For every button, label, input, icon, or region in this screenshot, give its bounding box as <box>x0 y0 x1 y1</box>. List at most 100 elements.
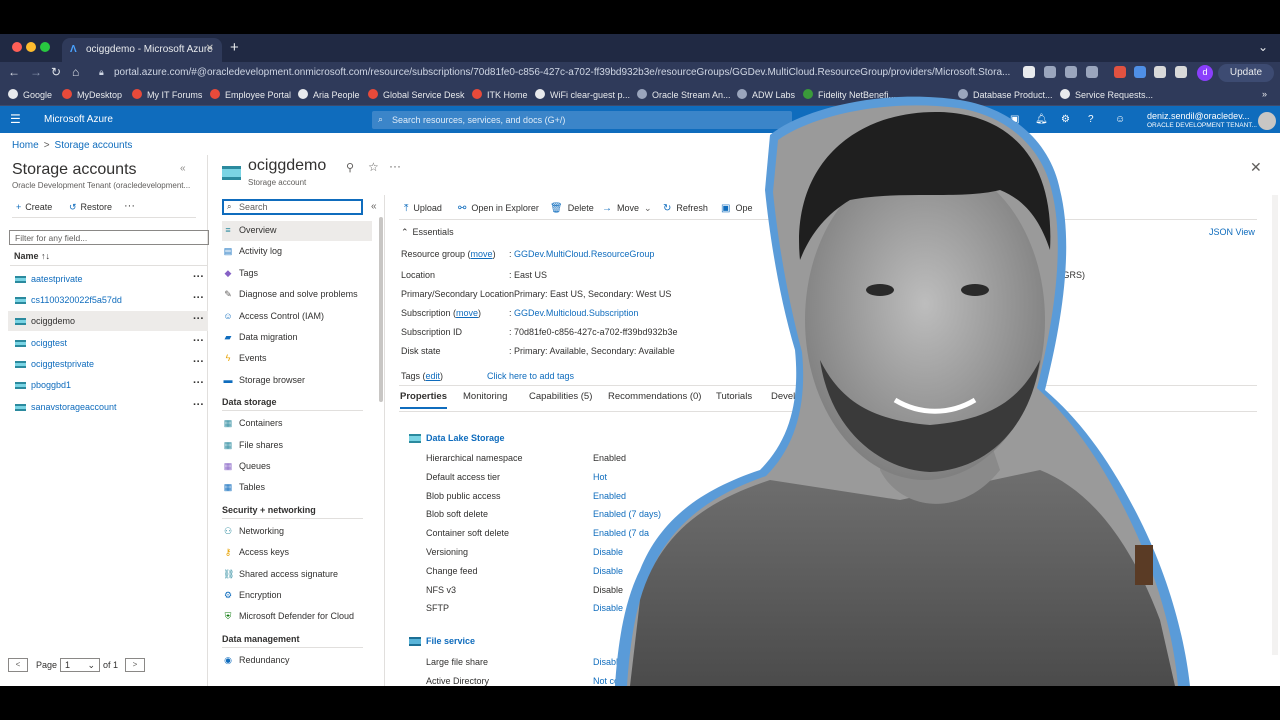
profile-avatar[interactable]: d <box>1197 65 1213 81</box>
row-more-icon[interactable]: ··· <box>193 292 204 304</box>
storage-account-name[interactable]: ociggdemo <box>31 316 75 326</box>
property-value[interactable]: Disable <box>593 657 623 667</box>
bookmark-oracle-stream[interactable]: Oracle Stream An... <box>637 89 731 100</box>
storage-account-name[interactable]: cs1100320022f5a57dd <box>31 295 122 305</box>
menu-item-tags[interactable]: ◆ Tags <box>222 264 372 284</box>
menu-item-storage-browser[interactable]: ▬ Storage browser <box>222 371 372 391</box>
essentials-value[interactable]: GGDev.Multicloud.Subscription <box>514 308 638 318</box>
menu-item-overview[interactable]: ≡ Overview <box>222 221 372 241</box>
storage-account-row[interactable]: pboggbd1 ··· <box>8 375 208 395</box>
row-more-icon[interactable]: ··· <box>193 399 204 411</box>
storage-account-row-selected[interactable]: ociggdemo ··· <box>8 311 208 331</box>
bookmark-global-service-desk[interactable]: Global Service Desk <box>368 89 465 100</box>
menu-item-encryption[interactable]: ⚙ Encryption <box>222 586 372 606</box>
help-icon[interactable]: ? <box>1088 114 1094 125</box>
install-icon[interactable] <box>1044 66 1056 78</box>
menu-item-access-keys[interactable]: ⚷ Access keys <box>222 543 372 563</box>
tab-properties[interactable]: Properties <box>400 391 447 409</box>
minimize-window-button[interactable] <box>26 42 36 52</box>
storage-account-row[interactable]: aatestprivate ··· <box>8 269 208 289</box>
storage-account-row[interactable]: ociggtestprivate ··· <box>8 354 208 374</box>
bookmark-mydesktop[interactable]: MyDesktop <box>62 89 122 100</box>
property-value[interactable]: Disable <box>593 547 623 557</box>
storage-account-name[interactable]: ociggtestprivate <box>31 359 94 369</box>
file-service-group[interactable]: File service <box>409 636 475 646</box>
tags-edit-link[interactable]: edit <box>426 371 441 381</box>
extension-red-icon[interactable] <box>1114 66 1126 78</box>
tab-monitoring[interactable]: Monitoring <box>463 391 507 402</box>
row-more-icon[interactable]: ··· <box>193 377 204 389</box>
back-arrow-icon[interactable]: ← <box>8 65 20 79</box>
bookmark-star-icon[interactable] <box>1086 66 1098 78</box>
create-button[interactable]: + Create <box>16 202 52 212</box>
menu-item-redundancy[interactable]: ◉ Redundancy <box>222 651 372 671</box>
bookmark-adw-labs[interactable]: ADW Labs <box>737 89 795 100</box>
share-icon[interactable] <box>1065 66 1077 78</box>
collapse-menu-icon[interactable]: « <box>371 201 377 212</box>
pin-icon[interactable]: ⚲ <box>346 161 354 174</box>
more-commands-icon[interactable]: ··· <box>124 200 135 212</box>
property-value[interactable]: Enabled (7 days) <box>593 509 661 519</box>
bookmark-employee-portal[interactable]: Employee Portal <box>210 89 291 100</box>
more-bookmarks-icon[interactable]: » <box>1262 89 1267 99</box>
open-button[interactable]: ▣ Ope <box>721 203 752 214</box>
reload-icon[interactable]: ↻ <box>51 65 61 79</box>
forward-arrow-icon[interactable]: → <box>30 65 42 79</box>
row-more-icon[interactable]: ··· <box>193 271 204 283</box>
menu-item-file-shares[interactable]: ▦ File shares <box>222 436 372 456</box>
storage-account-row[interactable]: sanavstorageaccount ··· <box>8 397 208 417</box>
azure-brand[interactable]: Microsoft Azure <box>44 114 113 125</box>
tab-recommendations[interactable]: Recommendations (0) <box>608 391 701 402</box>
breadcrumb-storage-accounts[interactable]: Storage accounts <box>55 140 133 151</box>
previous-page-button[interactable]: < <box>8 658 28 672</box>
menu-item-shared-access-signature[interactable]: ⛓ Shared access signature <box>222 565 372 585</box>
name-column-header[interactable]: Name ↑↓ <box>14 251 50 261</box>
user-avatar[interactable] <box>1258 112 1276 130</box>
tab-search-icon[interactable]: ⌄ <box>1258 40 1268 54</box>
storage-account-name[interactable]: aatestprivate <box>31 274 83 284</box>
data-lake-storage-group[interactable]: Data Lake Storage <box>409 433 505 443</box>
menu-item-containers[interactable]: ▦ Containers <box>222 414 372 434</box>
menu-scrollbar[interactable] <box>379 217 383 402</box>
bookmark-fidelity[interactable]: Fidelity NetBenefi... <box>803 89 896 100</box>
property-value[interactable]: Not co <box>593 676 619 686</box>
tab-capabilities[interactable]: Capabilities (5) <box>529 391 592 402</box>
property-value[interactable]: Enabled <box>593 491 626 501</box>
new-tab-button[interactable]: + <box>230 39 239 56</box>
row-more-icon[interactable]: ··· <box>193 313 204 325</box>
essentials-toggle[interactable]: ⌃ Essentials <box>401 227 454 238</box>
secondary-enabled-partial[interactable]: Enabled <box>1016 453 1049 463</box>
page-select[interactable]: 1 ⌄ <box>60 658 100 672</box>
storage-account-row[interactable]: cs1100320022f5a57dd ··· <box>8 290 208 310</box>
cloud-shell-icon[interactable]: ▣ <box>1010 114 1019 125</box>
more-actions-icon[interactable]: ··· <box>389 159 401 173</box>
menu-item-tables[interactable]: ▦ Tables <box>222 478 372 498</box>
property-value[interactable]: Disable <box>593 566 623 576</box>
property-value[interactable]: Disable <box>593 603 623 613</box>
home-icon[interactable]: ⌂ <box>72 65 79 79</box>
extensions-puzzle-icon[interactable] <box>1154 66 1166 78</box>
storage-account-name[interactable]: pboggbd1 <box>31 380 71 390</box>
url-field[interactable]: 🔒︎ portal.azure.com/#@oracledevelopment.… <box>96 64 1020 82</box>
update-button[interactable]: Update <box>1218 64 1274 82</box>
close-window-button[interactable] <box>12 42 22 52</box>
property-value[interactable]: Enabled (7 da <box>593 528 649 538</box>
bookmark-wifi[interactable]: WiFi clear-guest p... <box>535 89 630 100</box>
storage-account-name[interactable]: ociggtest <box>31 338 67 348</box>
menu-search-input[interactable]: ⌕ Search <box>222 199 363 215</box>
menu-item-events[interactable]: ϟ Events <box>222 349 372 369</box>
move-button[interactable]: → Move ⌄ <box>602 203 652 214</box>
settings-gear-icon[interactable]: ⚙ <box>1061 114 1070 125</box>
menu-item-queues[interactable]: ▦ Queues <box>222 457 372 477</box>
property-value[interactable]: Hot <box>593 472 607 482</box>
bookmark-database-product[interactable]: Database Product... <box>958 89 1053 100</box>
storage-account-row[interactable]: ociggtest ··· <box>8 333 208 353</box>
add-tags-link[interactable]: Click here to add tags <box>487 371 574 381</box>
menu-item-access-control-iam[interactable]: ☺ Access Control (IAM) <box>222 307 372 327</box>
menu-item-data-migration[interactable]: ▰ Data migration <box>222 328 372 348</box>
json-view-link[interactable]: JSON View <box>1209 227 1255 237</box>
browser-tab[interactable]: Λ ociggdemo - Microsoft Azure ✕ <box>62 38 222 62</box>
tab-tutorials[interactable]: Tutorials <box>716 391 752 402</box>
side-panel-icon[interactable] <box>1175 66 1187 78</box>
bookmark-aria-people[interactable]: Aria People <box>298 89 360 100</box>
